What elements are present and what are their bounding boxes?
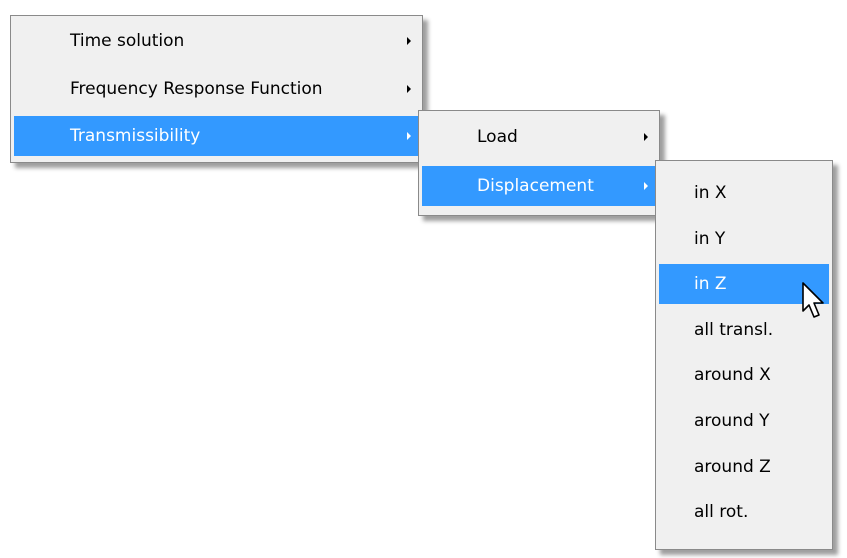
menu-item-label: Transmissibility <box>70 126 201 146</box>
mouse-pointer-icon <box>802 282 824 318</box>
menu-item-label: in X <box>694 183 727 203</box>
menu-item-label: Load <box>477 127 518 147</box>
menu-item-label: all transl. <box>694 320 774 340</box>
menu-item-label: all rot. <box>694 502 749 522</box>
menu-item-around-x[interactable]: around X <box>659 355 829 395</box>
menu-item-in-y[interactable]: in Y <box>659 219 829 259</box>
menu-item-displacement[interactable]: Displacement <box>422 166 656 206</box>
menu-item-frequency-response-function[interactable]: Frequency Response Function <box>14 69 419 109</box>
menu-item-in-x[interactable]: in X <box>659 173 829 213</box>
menu-item-label: Frequency Response Function <box>70 79 323 99</box>
menu-item-label: around Z <box>694 457 771 477</box>
menu-item-label: in Z <box>694 274 727 294</box>
menu-item-label: Displacement <box>477 176 594 196</box>
menu-item-label: in Y <box>694 229 726 249</box>
menu-item-label: around X <box>694 365 771 385</box>
menu-item-transmissibility[interactable]: Transmissibility <box>14 116 419 156</box>
submenu-arrow-icon <box>407 37 411 45</box>
submenu-arrow-icon <box>407 85 411 93</box>
menu-item-all-rot[interactable]: all rot. <box>659 492 829 532</box>
menu-item-label: Time solution <box>70 31 185 51</box>
displacement-submenu: in X in Y in Z all transl. around X arou… <box>655 160 833 550</box>
transmissibility-submenu: Load Displacement <box>418 110 660 216</box>
menu-item-load[interactable]: Load <box>422 117 656 157</box>
menu-item-time-solution[interactable]: Time solution <box>14 21 419 61</box>
main-context-menu: Time solution Frequency Response Functio… <box>10 15 423 163</box>
menu-item-around-y[interactable]: around Y <box>659 401 829 441</box>
menu-item-around-z[interactable]: around Z <box>659 447 829 487</box>
submenu-arrow-icon <box>644 133 648 141</box>
menu-item-label: around Y <box>694 411 770 431</box>
submenu-arrow-icon <box>407 132 411 140</box>
submenu-arrow-icon <box>644 182 648 190</box>
